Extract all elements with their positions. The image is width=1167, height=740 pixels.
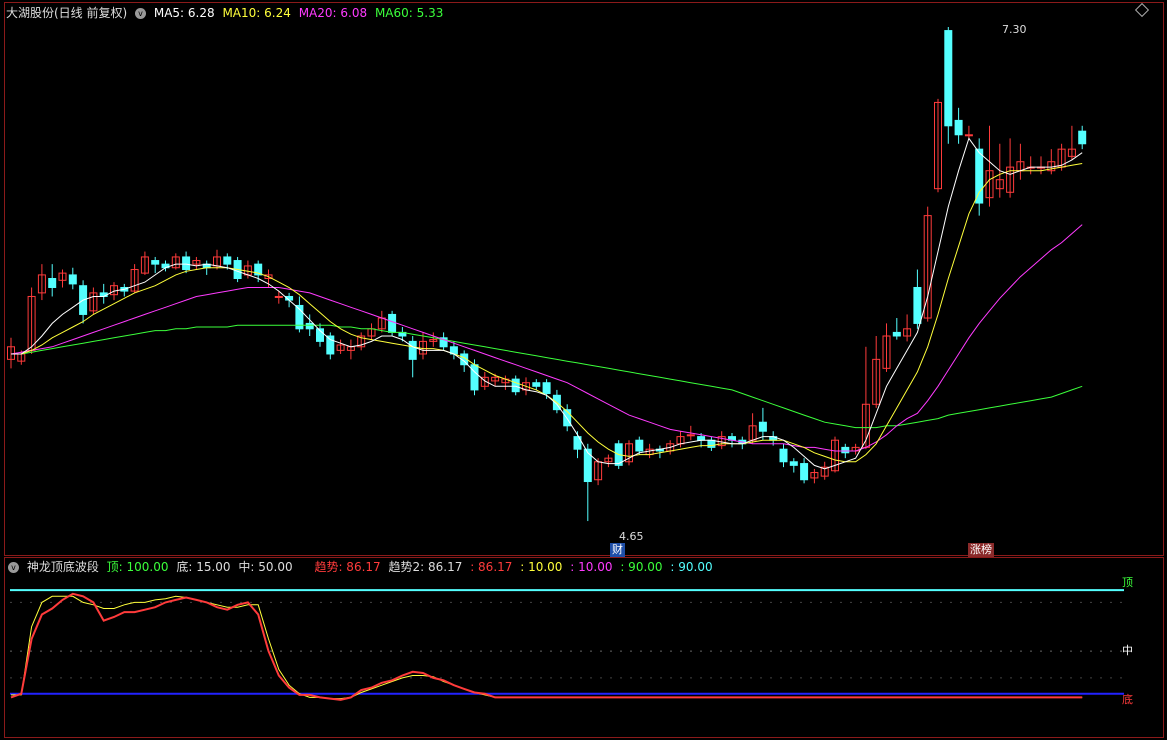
trend2-line bbox=[11, 595, 1083, 700]
mid-value: 中: 50.00 bbox=[238, 560, 293, 574]
low-price-label: 4.65 bbox=[619, 530, 644, 543]
trend-line bbox=[10, 592, 1083, 701]
value-3: : 10.00 bbox=[570, 560, 613, 574]
stock-title[interactable]: 大湖股份(日线 前复权) bbox=[6, 6, 127, 20]
ma60-label: MA60: 5.33 bbox=[374, 6, 444, 20]
settings-circle-icon[interactable]: v bbox=[135, 8, 147, 19]
ma10-label: MA10: 6.24 bbox=[222, 6, 291, 20]
bottom-value: 底: 15.00 bbox=[176, 560, 231, 574]
indicator-settings-icon[interactable]: v bbox=[8, 562, 19, 573]
high-price-label: 7.30 bbox=[1002, 23, 1027, 36]
mid-line-label: 中 bbox=[1122, 644, 1133, 657]
limit-up-badge[interactable]: 涨榜 bbox=[968, 543, 994, 557]
price-legend: 大湖股份(日线 前复权) v MA5: 6.28 MA10: 6.24 MA20… bbox=[6, 4, 447, 22]
indicator-name[interactable]: 神龙顶底波段 bbox=[27, 560, 99, 574]
value-1: : 86.17 bbox=[470, 560, 513, 574]
ma20-label: MA20: 6.08 bbox=[298, 6, 368, 20]
value-4: : 90.00 bbox=[620, 560, 663, 574]
ma5-label: MA5: 6.28 bbox=[153, 6, 215, 20]
top-value: 顶: 100.00 bbox=[106, 560, 169, 574]
trend-value: 趋势: 86.17 bbox=[314, 560, 381, 574]
trend2-value: 趋势2: 86.17 bbox=[388, 560, 463, 574]
bottom-line-label: 底 bbox=[1122, 693, 1133, 706]
indicator-chart[interactable] bbox=[0, 0, 1167, 740]
value-5: : 90.00 bbox=[670, 560, 713, 574]
indicator-legend: v 神龙顶底波段 顶: 100.00 底: 15.00 中: 50.00 趋势:… bbox=[8, 558, 717, 576]
finance-badge[interactable]: 财 bbox=[610, 543, 625, 557]
top-line-label: 顶 bbox=[1122, 576, 1133, 589]
value-2: : 10.00 bbox=[520, 560, 563, 574]
